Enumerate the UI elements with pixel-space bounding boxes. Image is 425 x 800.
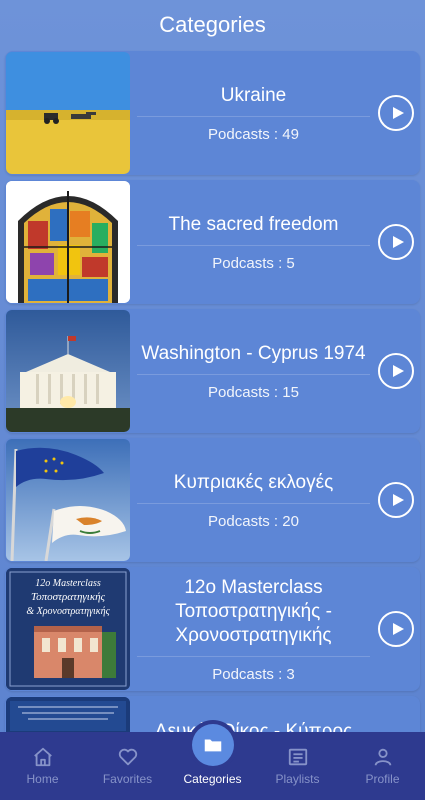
divider (137, 115, 370, 117)
nav-item-profile[interactable]: Profile (340, 732, 425, 800)
cover-line-1: 12ο Masterclass (35, 578, 101, 589)
category-card[interactable]: Washington - Cyprus 1974 Podcasts : 15 (5, 309, 420, 433)
category-title: 12ο Masterclass Τοποστρατηγικής - Χρονοσ… (175, 576, 332, 646)
play-icon (392, 365, 404, 377)
divider (137, 244, 370, 246)
page-title: Categories (159, 12, 266, 37)
nav-label: Playlists (275, 772, 320, 786)
play-icon (392, 494, 404, 506)
page-header: Categories (0, 0, 425, 50)
play-button[interactable] (378, 353, 414, 389)
category-card[interactable]: Ukraine Podcasts : 49 (5, 51, 420, 175)
category-title: Κυπριακές εκλογές (173, 471, 334, 493)
divider (137, 373, 370, 375)
play-icon (392, 107, 404, 119)
play-button[interactable] (378, 482, 414, 518)
playlist-icon (288, 748, 307, 766)
category-info: The sacred freedom Podcasts : 5 (137, 180, 370, 304)
nav-item-playlists[interactable]: Playlists (255, 732, 340, 800)
category-title: Washington - Cyprus 1974 (141, 342, 366, 364)
cover-line-3: & Χρονοστρατηγικής (26, 606, 110, 617)
heart-icon (118, 748, 137, 766)
category-title: Ukraine (220, 84, 287, 106)
category-info: Κυπριακές εκλογές Podcasts : 20 (137, 438, 370, 562)
cover-line-2: Τοποστρατηγικής (31, 591, 106, 603)
play-icon (392, 236, 404, 248)
category-thumbnail (6, 52, 130, 174)
nav-item-categories[interactable]: Categories (170, 724, 255, 800)
category-card[interactable]: The sacred freedom Podcasts : 5 (5, 180, 420, 304)
podcast-count: Podcasts : 3 (212, 665, 295, 683)
play-button[interactable] (378, 95, 414, 131)
podcast-count: Podcasts : 5 (212, 254, 295, 272)
category-thumbnail (6, 181, 130, 303)
category-card[interactable]: Κυπριακές εκλογές Podcasts : 20 (5, 438, 420, 562)
folder-icon (204, 739, 221, 752)
category-thumbnail (6, 310, 130, 432)
category-card[interactable]: 12ο Masterclass Τοποστρατηγικής & Χρονοσ… (5, 567, 420, 691)
category-thumbnail: 12ο Masterclass Τοποστρατηγικής & Χρονοσ… (6, 568, 130, 690)
divider (137, 502, 370, 504)
category-info: Washington - Cyprus 1974 Podcasts : 15 (137, 309, 370, 433)
nav-label: Favorites (102, 772, 153, 786)
category-thumbnail (6, 439, 130, 561)
play-button[interactable] (378, 611, 414, 647)
nav-item-favorites[interactable]: Favorites (85, 732, 170, 800)
nav-label: Profile (365, 772, 400, 786)
nav-item-home[interactable]: Home (0, 732, 85, 800)
category-info: Ukraine Podcasts : 49 (137, 51, 370, 175)
podcast-count: Podcasts : 20 (208, 512, 299, 530)
category-info: 12ο Masterclass Τοποστρατηγικής - Χρονοσ… (137, 567, 370, 691)
active-indicator (191, 724, 234, 766)
nav-label: Home (26, 772, 59, 786)
nav-label: Categories (183, 772, 242, 786)
divider (137, 655, 370, 657)
play-button[interactable] (378, 224, 414, 260)
home-icon (33, 747, 52, 767)
podcast-count: Podcasts : 49 (208, 125, 299, 143)
user-icon (374, 748, 391, 766)
category-title: The sacred freedom (168, 213, 339, 235)
podcast-count: Podcasts : 15 (208, 383, 299, 401)
play-icon (392, 623, 404, 635)
bottom-navigation: Home Favorites Categories Playlists Prof… (0, 724, 425, 800)
